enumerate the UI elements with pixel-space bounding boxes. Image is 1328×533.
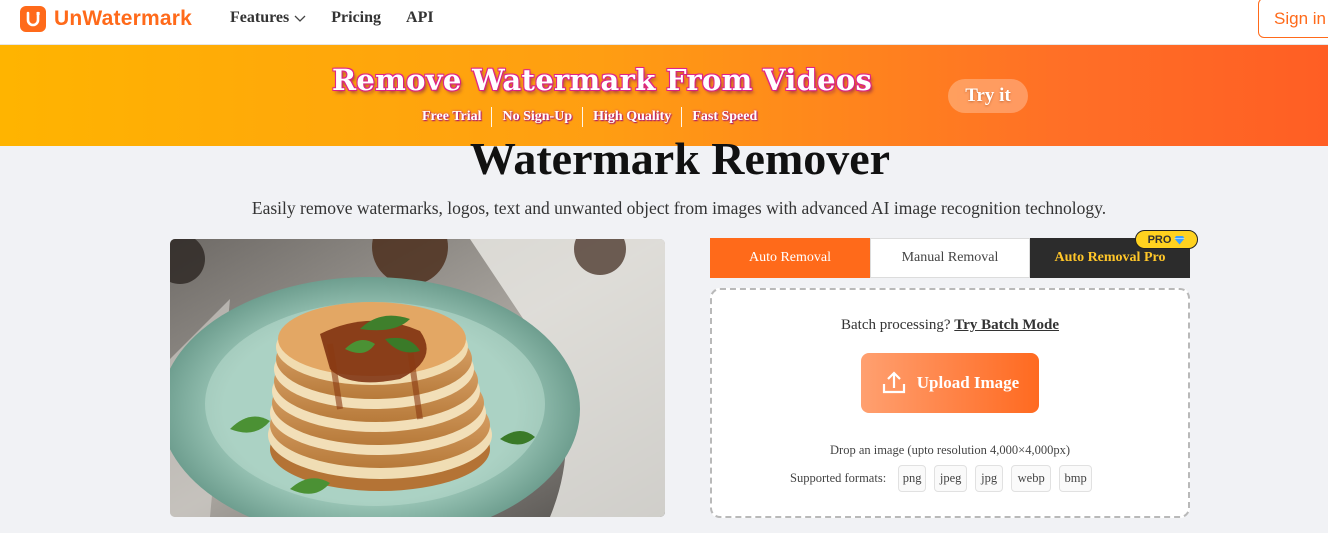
nav-links: Features Pricing API xyxy=(230,9,459,27)
try-it-button[interactable]: Try it xyxy=(948,79,1028,113)
removal-mode-tabs: Auto Removal Manual Removal Auto Removal… xyxy=(710,238,1190,278)
format-badge-jpeg: jpeg xyxy=(934,465,968,492)
top-nav: UnWatermark Features Pricing API Sign in xyxy=(0,0,1328,45)
format-badge-bmp: bmp xyxy=(1059,465,1093,492)
sign-in-button[interactable]: Sign in xyxy=(1258,0,1328,38)
divider xyxy=(681,107,683,127)
divider xyxy=(491,107,493,127)
promo-banner[interactable]: Remove Watermark From Videos Free Trial … xyxy=(0,45,1328,146)
format-badge-jpg: jpg xyxy=(975,465,1004,492)
upload-button-label: Upload Image xyxy=(916,373,1020,392)
upload-icon xyxy=(881,371,907,395)
page-subtitle: Easily remove watermarks, logos, text an… xyxy=(251,198,1107,218)
batch-text: Batch processing? xyxy=(840,317,951,333)
upload-dropzone[interactable]: Batch processing? Try Batch Mode Upload … xyxy=(710,288,1190,518)
banner-features: Free Trial No Sign-Up High Quality Fast … xyxy=(422,107,757,127)
format-badge-png: png xyxy=(898,465,927,492)
banner-feature: Fast Speed xyxy=(692,109,758,124)
tab-auto-removal[interactable]: Auto Removal xyxy=(710,238,870,278)
chevron-down-icon xyxy=(294,15,306,22)
nav-features-label: Features xyxy=(230,9,290,26)
nav-features[interactable]: Features xyxy=(230,9,306,27)
divider xyxy=(582,107,584,127)
nav-api[interactable]: API xyxy=(406,9,434,27)
banner-feature: High Quality xyxy=(593,109,672,124)
logo-icon xyxy=(20,6,46,32)
page-title: Watermark Remover xyxy=(469,133,891,184)
diamond-icon xyxy=(1174,235,1185,244)
banner-feature: No Sign-Up xyxy=(502,109,573,124)
pro-badge: PRO xyxy=(1135,230,1198,249)
brand-logo[interactable]: UnWatermark xyxy=(20,6,192,32)
banner-title: Remove Watermark From Videos xyxy=(332,63,873,97)
formats-label: Supported formats: xyxy=(790,471,887,485)
example-image xyxy=(170,239,665,517)
drop-hint: Drop an image (upto resolution 4,000×4,0… xyxy=(830,443,1070,457)
try-batch-mode-link[interactable]: Try Batch Mode xyxy=(954,317,1059,333)
pro-badge-label: PRO xyxy=(1147,233,1172,246)
batch-prompt: Batch processing? Try Batch Mode xyxy=(712,317,1188,334)
nav-pricing[interactable]: Pricing xyxy=(331,9,381,27)
tab-manual-removal[interactable]: Manual Removal xyxy=(870,238,1030,278)
format-badge-webp: webp xyxy=(1011,465,1052,492)
brand-name: UnWatermark xyxy=(54,7,192,30)
banner-feature: Free Trial xyxy=(422,109,482,124)
upload-image-button[interactable]: Upload Image xyxy=(861,353,1039,413)
supported-formats: Supported formats: png jpeg jpg webp bmp xyxy=(790,465,1100,492)
